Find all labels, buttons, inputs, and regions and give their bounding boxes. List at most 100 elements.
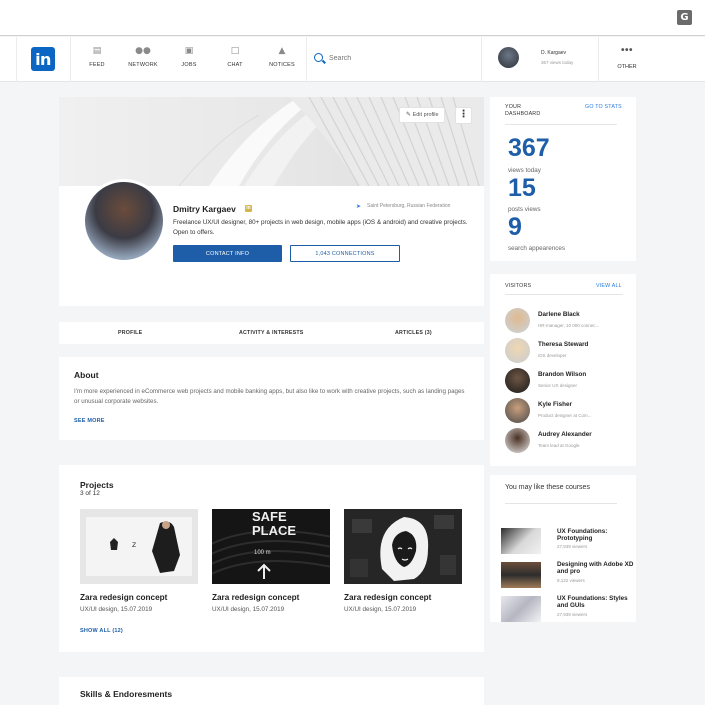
stat-search-label: search appearences (508, 245, 566, 252)
top-navigation: in ▤ FEED ●● NETWORK ▣ JOBS □ CHAT ▲ NOT… (0, 37, 705, 82)
visitor-name[interactable]: Kyle Fisher (538, 401, 572, 408)
profile-card: ✎ Edit profile ⋮ Dmitry Kargaev in ➤ Sai… (59, 97, 484, 306)
courses-title: You may like these courses (505, 484, 590, 491)
nav-divider (16, 37, 17, 82)
visitor-name[interactable]: Darlene Black (538, 311, 580, 318)
image-text-distance: 100 m (254, 550, 271, 556)
course-thumbnail[interactable] (501, 528, 541, 554)
profile-headline: Freelance UX/UI designer, 80+ projects i… (173, 219, 468, 236)
browser-toolbar: G (0, 0, 705, 36)
project-thumbnail[interactable] (344, 509, 462, 584)
course-title[interactable]: UX Foundations: Prototyping (557, 528, 637, 542)
linkedin-logo[interactable]: in (31, 47, 55, 71)
edit-icon: ✎ (406, 111, 412, 118)
avatar[interactable] (498, 47, 519, 68)
translate-icon[interactable]: G (677, 10, 692, 25)
profile-tabs: PROFILE ACTIVITY & INTERESTS ARTICLES (3… (59, 322, 484, 344)
show-all-projects-link[interactable]: SHOW ALL (12) (80, 628, 123, 634)
profile-name: Dmitry Kargaev (173, 204, 236, 214)
visitor-avatar[interactable] (505, 308, 530, 333)
course-meta: 27,939 viewers (557, 612, 588, 617)
visitor-avatar[interactable] (505, 428, 530, 453)
project-title[interactable]: Zara redesign concept (80, 593, 167, 602)
nav-divider (598, 37, 599, 82)
search-box[interactable] (314, 52, 464, 67)
dashboard-title: YOUR DASHBOARD (505, 104, 540, 118)
project-image-portrait (344, 509, 462, 584)
nav-user-name: D. Kargaev (541, 50, 567, 56)
nav-item-label: CHAT (227, 62, 243, 68)
dashboard-card: YOUR DASHBOARD GO TO STATS 367 views tod… (490, 97, 636, 261)
visitors-title: VISITORS (505, 283, 532, 289)
course-meta: 9,122 viewers (557, 578, 585, 583)
location-arrow-icon: ➤ (356, 203, 362, 210)
tab-profile[interactable]: PROFILE (118, 322, 142, 344)
edit-profile-button[interactable]: ✎ Edit profile (399, 107, 445, 123)
nav-item-label: OTHER (617, 64, 637, 70)
project-image-fashion: Z (80, 509, 198, 584)
about-text: I'm more experienced in eCommerce web pr… (74, 388, 465, 405)
course-thumbnail[interactable] (501, 596, 541, 622)
dashboard-title-line: YOUR (505, 104, 522, 110)
nav-item-network[interactable]: ●● NETWORK (123, 45, 163, 68)
course-title[interactable]: UX Foundations: Styles and GUIs (557, 595, 637, 609)
more-options-button[interactable]: ⋮ (455, 107, 472, 124)
svg-text:Z: Z (132, 542, 136, 549)
visitors-card: VISITORS VIEW ALL Darlene Black HR-manag… (490, 274, 636, 466)
project-thumbnail[interactable]: SAFE PLACE 100 m (212, 509, 330, 584)
project-title[interactable]: Zara redesign concept (212, 593, 299, 602)
project-title[interactable]: Zara redesign concept (344, 593, 431, 602)
visitor-avatar[interactable] (505, 398, 530, 423)
connections-button[interactable]: 1,043 CONNECTIONS (290, 245, 400, 262)
visitor-role: Senior UX designer (538, 383, 578, 388)
edit-profile-label: Edit profile (412, 112, 439, 118)
nav-item-feed[interactable]: ▤ FEED (77, 45, 117, 68)
visitor-name[interactable]: Theresa Steward (538, 341, 588, 348)
feed-icon: ▤ (92, 46, 102, 56)
nav-item-jobs[interactable]: ▣ JOBS (169, 45, 209, 68)
divider (505, 124, 617, 125)
nav-divider (70, 37, 71, 82)
visitor-role: Product designer at Com... (538, 413, 592, 418)
stat-posts-value: 15 (508, 174, 536, 202)
jobs-icon: ▣ (184, 46, 194, 56)
visitor-role: HR-manager, 10 000 connec... (538, 323, 600, 328)
dashboard-title-line: DASHBOARD (505, 111, 541, 117)
contact-info-button[interactable]: CONTACT INFO (173, 245, 282, 262)
nav-item-chat[interactable]: □ CHAT (215, 45, 255, 68)
nav-item-label: NOTICES (269, 62, 295, 68)
visitor-role: iOS developer (538, 353, 567, 358)
divider (505, 294, 623, 295)
visitor-avatar[interactable] (505, 368, 530, 393)
project-meta: UX/UI design, 15.07.2019 (212, 606, 285, 613)
view-all-visitors-link[interactable]: VIEW ALL (596, 283, 622, 289)
visitor-name[interactable]: Audrey Alexander (538, 431, 592, 438)
search-input[interactable] (329, 52, 459, 65)
nav-divider (306, 37, 307, 82)
project-thumbnail[interactable]: Z (80, 509, 198, 584)
nav-item-label: NETWORK (128, 62, 158, 68)
courses-card: You may like these courses UX Foundation… (490, 475, 636, 622)
visitor-name[interactable]: Brandon Wilson (538, 371, 586, 378)
bell-icon: ▲ (278, 46, 286, 56)
stat-views-value: 367 (508, 134, 550, 162)
stat-posts-label: posts views (508, 206, 541, 213)
nav-item-notices[interactable]: ▲ NOTICES (262, 45, 302, 68)
go-to-stats-link[interactable]: GO TO STATS (585, 104, 622, 110)
visitor-avatar[interactable] (505, 338, 530, 363)
tab-activity[interactable]: ACTIVITY & INTERESTS (239, 322, 304, 344)
projects-card: Projects 3 of 12 Z Zara redesign concept… (59, 465, 484, 652)
image-text-place: PLACE (252, 523, 296, 538)
course-thumbnail[interactable] (501, 562, 541, 588)
course-title[interactable]: Designing with Adobe XD and pro (557, 561, 637, 575)
nav-user-views: 367 views today (541, 60, 574, 65)
about-card: About I'm more experienced in eCommerce … (59, 357, 484, 440)
nav-item-label: FEED (89, 62, 105, 68)
tab-articles[interactable]: ARTICLES (3) (395, 322, 432, 344)
nav-item-other[interactable]: ••• OTHER (612, 46, 642, 71)
nav-divider (481, 37, 482, 82)
search-icon (314, 53, 323, 62)
projects-title: Projects (80, 480, 114, 490)
stat-search-value: 9 (508, 213, 522, 241)
see-more-link[interactable]: SEE MORE (74, 418, 105, 424)
